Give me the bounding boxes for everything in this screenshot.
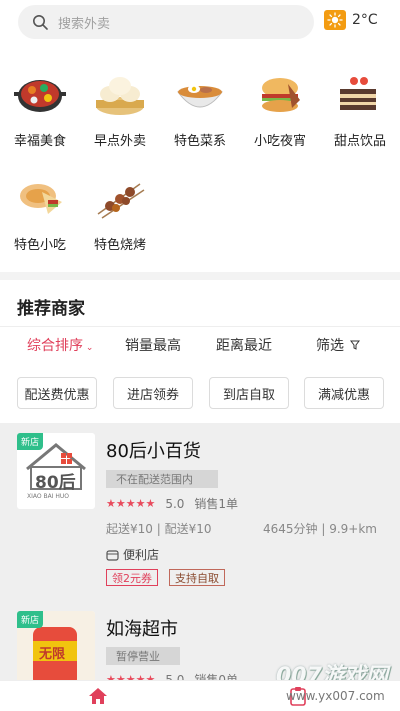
search-icon: [33, 15, 48, 30]
sort-label: 销量最高: [125, 338, 181, 354]
filter-chip[interactable]: 满减优惠: [304, 377, 384, 409]
search-placeholder: 搜索外卖: [58, 16, 111, 32]
category-item[interactable]: 特色小吃: [0, 174, 80, 253]
sun-icon: [324, 10, 346, 30]
noodle-bowl-icon: [177, 85, 223, 108]
steamed-bun-icon: [96, 77, 144, 115]
category-item[interactable]: 特色菜系: [160, 70, 240, 149]
pickup-tag: 支持自取: [169, 569, 225, 586]
logo-text: 无限: [39, 647, 66, 662]
shop-name: 如海超市: [106, 619, 178, 640]
cake-icon: [340, 77, 376, 110]
search-input[interactable]: 搜索外卖: [18, 5, 314, 39]
temperature: 2°C: [352, 12, 378, 28]
home-icon[interactable]: [88, 687, 108, 705]
new-badge: 新店: [17, 611, 44, 628]
sort-sales[interactable]: 销量最高: [125, 335, 181, 355]
category-label: 特色小吃: [13, 238, 66, 253]
filter-chip[interactable]: 配送费优惠: [17, 377, 97, 409]
weather-widget[interactable]: 2°C: [324, 10, 378, 30]
top-bar: 搜索外卖 2°C: [0, 0, 400, 46]
coupon-tag: 领2元券: [106, 569, 158, 586]
filter-button[interactable]: 筛选: [316, 335, 361, 355]
filter-chip[interactable]: 到店自取: [209, 377, 289, 409]
sales-count: 销售1单: [194, 497, 239, 511]
shop-logo: 新店 80后 XIAO BAI HUO: [17, 433, 95, 509]
burger-icon: [262, 78, 300, 112]
sandwich-icon: [20, 184, 62, 214]
funnel-icon: [350, 340, 361, 350]
chevron-down-icon: ⌄: [83, 343, 94, 353]
sort-comprehensive[interactable]: 综合排序 ⌄: [27, 335, 93, 355]
category-item[interactable]: 早点外卖: [80, 70, 160, 149]
category-item[interactable]: 幸福美食: [0, 70, 80, 149]
category-label: 幸福美食: [13, 134, 66, 149]
delivery-distance: 4645分钟 | 9.9+km: [263, 522, 377, 536]
shop-status: 暂停营业: [106, 647, 180, 665]
section-divider: [0, 272, 400, 280]
rating-score: 5.0: [165, 496, 185, 511]
delivery-fee: 起送¥10 | 配送¥10: [106, 522, 212, 536]
category-label: 小吃夜宵: [253, 134, 306, 149]
title-divider: [0, 326, 400, 327]
category-label: 特色菜系: [173, 134, 226, 149]
shop-logo: 新店 无限: [17, 611, 95, 687]
shop-type-label: 便利店: [123, 548, 160, 562]
hotpot-icon: [14, 80, 66, 112]
sort-label: 综合排序: [27, 338, 83, 354]
sort-distance[interactable]: 距离最近: [216, 335, 272, 355]
category-item[interactable]: 甜点饮品: [320, 70, 400, 149]
category-item[interactable]: 特色烧烤: [80, 174, 160, 253]
store-icon: [106, 549, 119, 561]
new-badge: 新店: [17, 433, 44, 450]
shop-status: 不在配送范围内: [106, 470, 218, 488]
category-label: 早点外卖: [93, 134, 146, 149]
sort-label: 距离最近: [216, 338, 272, 354]
category-label: 甜点饮品: [333, 134, 386, 149]
skewer-icon: [97, 183, 145, 219]
rating-stars: ★★★★★: [106, 497, 156, 510]
shop-type: 便利店: [106, 546, 159, 563]
shop-rating: ★★★★★ 5.0 销售1单: [106, 495, 238, 512]
section-title: 推荐商家: [17, 299, 85, 319]
sort-bar: 综合排序 ⌄ 销量最高 距离最近 筛选: [0, 335, 400, 361]
logo-text: 80后: [35, 473, 76, 493]
watermark-url: www.yx007.com: [286, 689, 385, 703]
logo-subtext: XIAO BAI HUO: [27, 493, 70, 500]
category-item[interactable]: 小吃夜宵: [240, 70, 320, 149]
filter-chip[interactable]: 进店领券: [113, 377, 193, 409]
shop-name: 80后小百货: [106, 441, 201, 462]
category-label: 特色烧烤: [93, 238, 146, 253]
sort-label: 筛选: [316, 338, 344, 354]
